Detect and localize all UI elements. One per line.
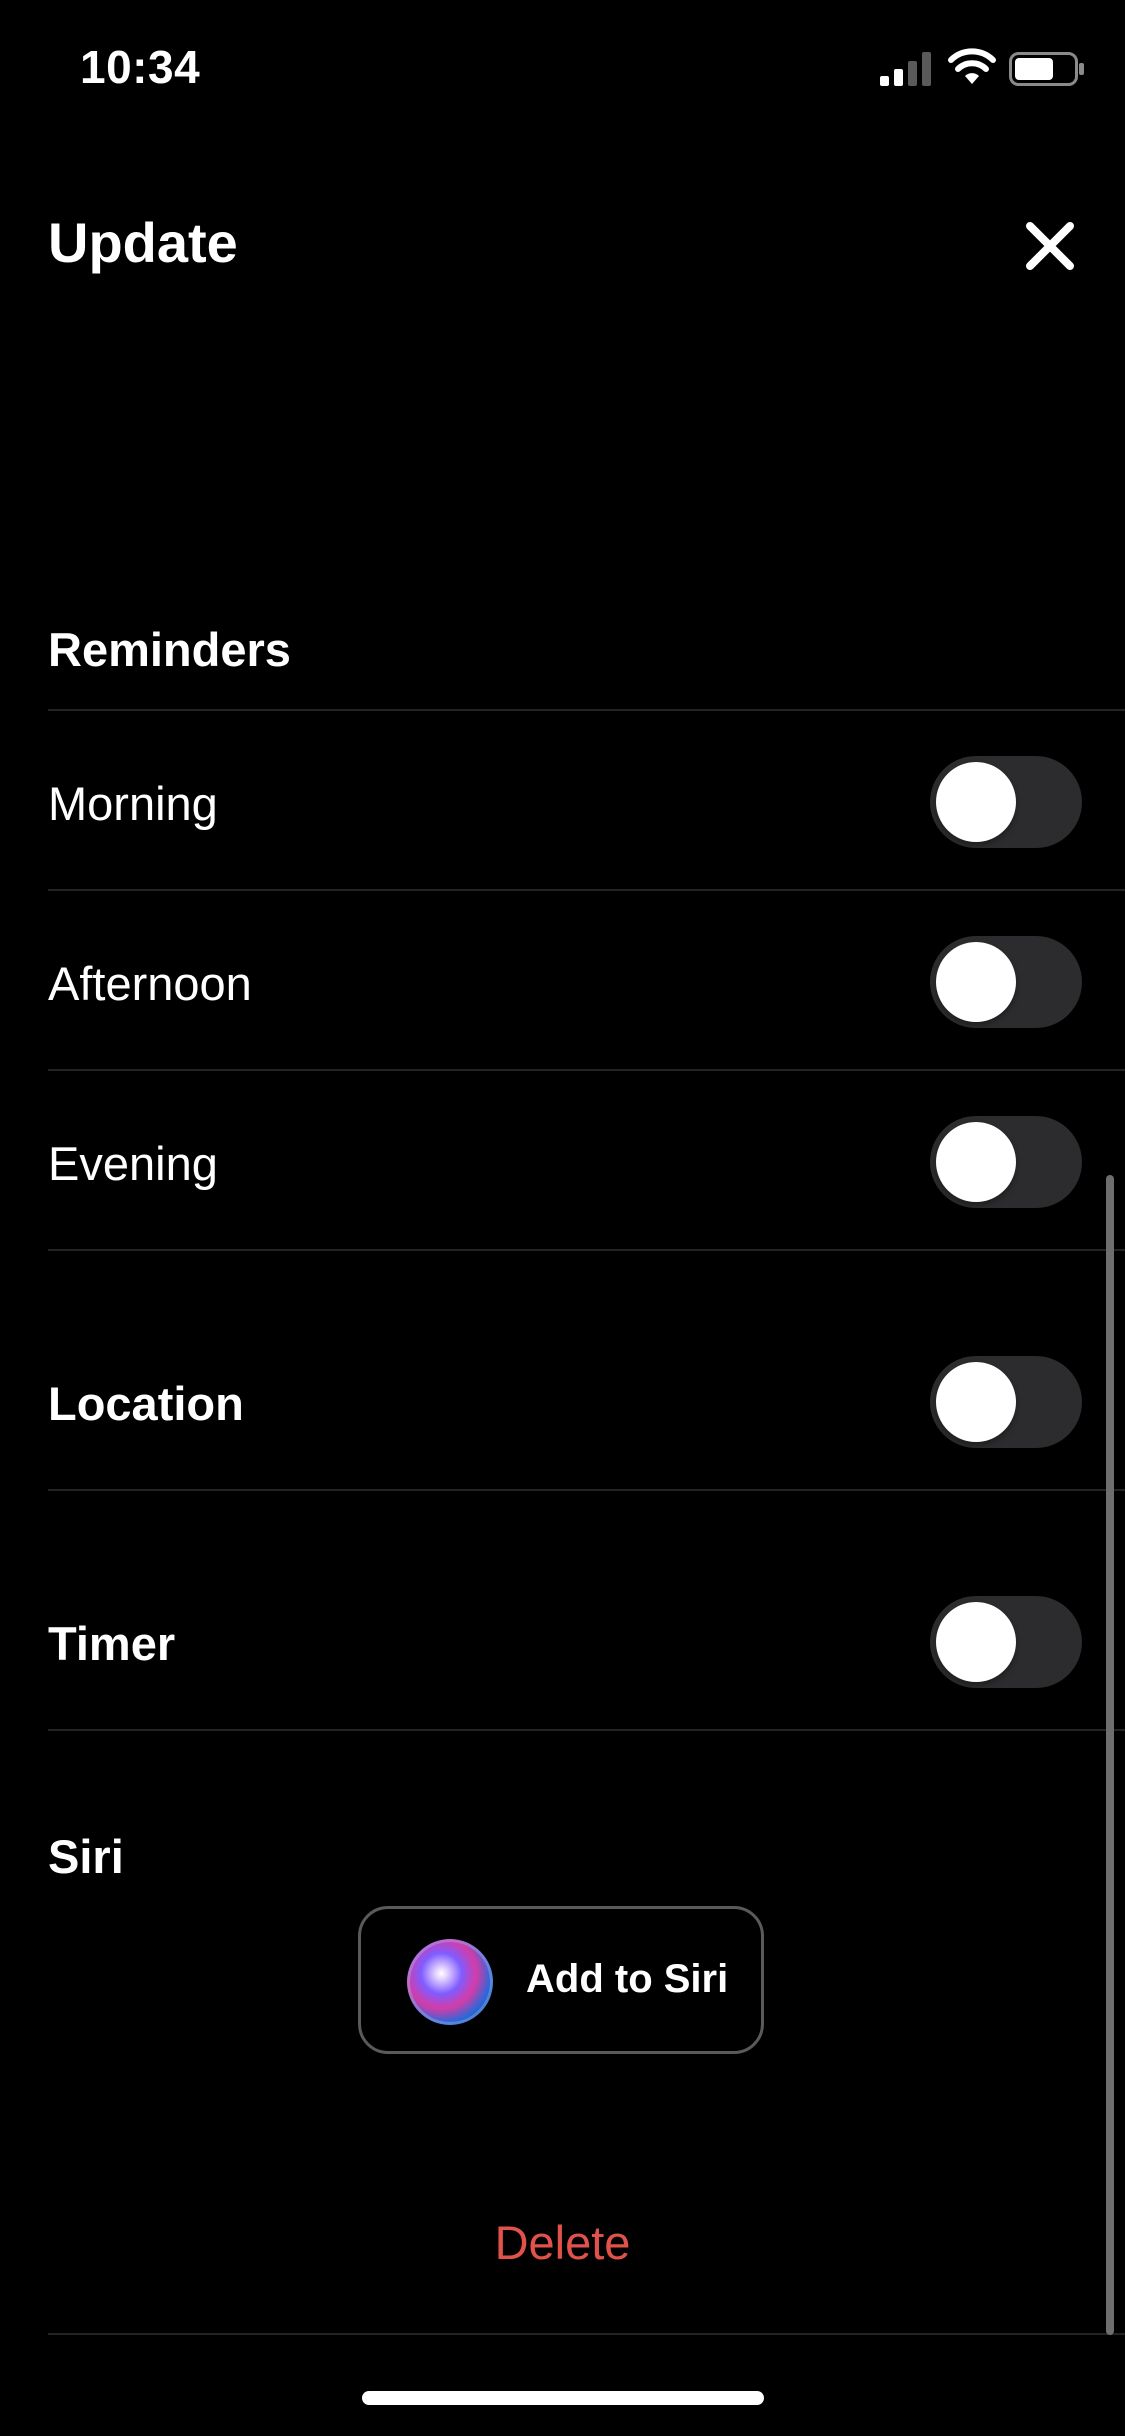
toggle-knob <box>936 1602 1016 1682</box>
toggle-knob <box>936 1362 1016 1442</box>
toggle-knob <box>936 762 1016 842</box>
divider <box>48 1489 1125 1491</box>
reminders-section-header: Reminders <box>48 623 291 676</box>
page-title: Update <box>48 211 238 274</box>
morning-label: Morning <box>48 777 218 830</box>
divider <box>48 1729 1125 1731</box>
toggle-knob <box>936 942 1016 1022</box>
divider <box>48 1249 1125 1251</box>
divider <box>48 2333 1125 2335</box>
battery-icon <box>1009 52 1084 86</box>
wifi-icon <box>948 48 996 84</box>
evening-label: Evening <box>48 1137 218 1190</box>
timer-toggle[interactable] <box>930 1596 1082 1688</box>
home-indicator[interactable] <box>362 2391 764 2405</box>
scrollbar[interactable] <box>1106 1175 1114 2335</box>
timer-label: Timer <box>48 1617 176 1670</box>
cellular-signal-icon <box>880 52 931 86</box>
divider <box>48 889 1125 891</box>
afternoon-toggle[interactable] <box>930 936 1082 1028</box>
location-label: Location <box>48 1377 244 1430</box>
close-icon[interactable] <box>1022 218 1078 274</box>
siri-section-header: Siri <box>48 1830 124 1883</box>
divider <box>48 709 1125 711</box>
delete-button[interactable]: Delete <box>0 2215 1125 2270</box>
location-toggle[interactable] <box>930 1356 1082 1448</box>
morning-toggle[interactable] <box>930 756 1082 848</box>
evening-toggle[interactable] <box>930 1116 1082 1208</box>
siri-icon <box>407 1939 493 2025</box>
status-time: 10:34 <box>80 41 201 93</box>
divider <box>48 1069 1125 1071</box>
afternoon-label: Afternoon <box>48 957 252 1010</box>
toggle-knob <box>936 1122 1016 1202</box>
add-to-siri-label: Add to Siri <box>526 1957 729 2001</box>
add-to-siri-button[interactable]: Add to Siri <box>358 1906 764 2054</box>
